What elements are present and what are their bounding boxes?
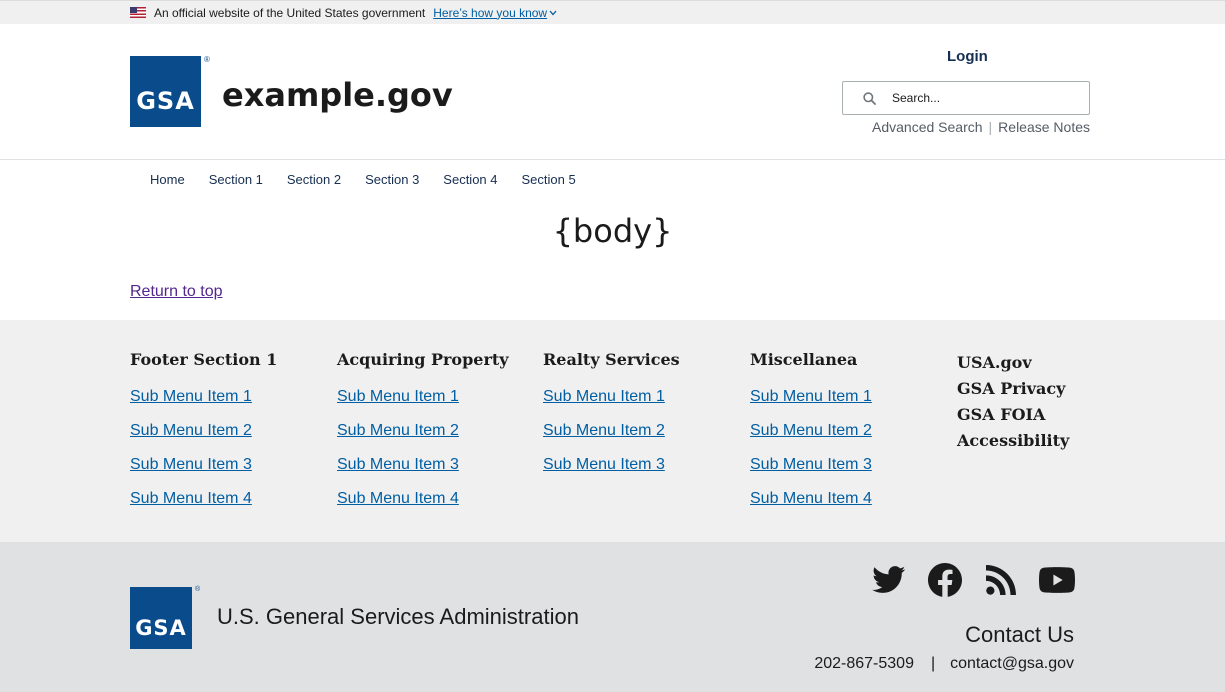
heres-how-you-know-label: Here’s how you know — [433, 5, 548, 20]
footer-sub-menu-item[interactable]: Sub Menu Item 1 — [337, 387, 509, 407]
nav-item-section-5[interactable]: Section 5 — [522, 172, 576, 187]
nav-item-section-3[interactable]: Section 3 — [365, 172, 419, 187]
site-header: GSA ® example.gov Login Advanced Search … — [0, 24, 1225, 160]
footer-sub-menu-item[interactable]: Sub Menu Item 1 — [750, 387, 872, 407]
gsa-logo-text: GSA — [136, 87, 195, 115]
search-box[interactable] — [842, 81, 1090, 115]
return-to-top-link[interactable]: Return to top — [130, 283, 223, 301]
footer-sub-menu-item[interactable]: Sub Menu Item 2 — [750, 421, 872, 441]
nav-item-section-1[interactable]: Section 1 — [209, 172, 263, 187]
footer-column-heading: Miscellanea — [750, 350, 858, 369]
primary-nav: Home Section 1 Section 2 Section 3 Secti… — [0, 160, 1225, 198]
footer-sub-menu-item[interactable]: Sub Menu Item 2 — [543, 421, 680, 441]
advanced-search-link[interactable]: Advanced Search — [872, 119, 983, 135]
release-notes-link[interactable]: Release Notes — [998, 119, 1090, 135]
nav-item-home[interactable]: Home — [150, 172, 185, 187]
search-input[interactable] — [892, 91, 1072, 105]
search-links: Advanced Search | Release Notes — [872, 119, 1090, 135]
footer-column-heading: Footer Section 1 — [130, 350, 278, 369]
us-flag-icon — [130, 7, 146, 18]
contact-info: 202-867-5309 | contact@gsa.gov — [814, 655, 1074, 673]
footer-link-accessibility[interactable]: Accessibility — [957, 428, 1069, 454]
footer-column-1: Footer Section 1 Sub Menu Item 1 Sub Men… — [130, 350, 277, 523]
footer-sub-menu-item[interactable]: Sub Menu Item 3 — [337, 455, 509, 475]
chevron-down-icon — [549, 10, 557, 15]
footer-link-usa-gov[interactable]: USA.gov — [957, 350, 1069, 376]
twitter-icon[interactable] — [871, 562, 907, 598]
gsa-logo[interactable]: GSA — [130, 56, 201, 127]
gov-banner-text: An official website of the United States… — [154, 5, 426, 20]
footer-sub-menu-item[interactable]: Sub Menu Item 4 — [130, 489, 277, 509]
contact-email[interactable]: contact@gsa.gov — [950, 655, 1074, 673]
search-icon — [863, 91, 876, 105]
footer-registered-mark: ® — [195, 586, 201, 593]
footer-primary: Footer Section 1 Sub Menu Item 1 Sub Men… — [0, 320, 1225, 542]
footer-gsa-logo[interactable]: GSA — [130, 587, 192, 649]
footer-sub-menu-item[interactable]: Sub Menu Item 1 — [543, 387, 680, 407]
social-links — [871, 562, 1075, 598]
footer-column-2: Acquiring Property Sub Menu Item 1 Sub M… — [337, 350, 509, 523]
footer-sub-menu-item[interactable]: Sub Menu Item 3 — [543, 455, 680, 475]
nav-item-section-2[interactable]: Section 2 — [287, 172, 341, 187]
nav-item-section-4[interactable]: Section 4 — [443, 172, 497, 187]
footer-column-heading: Realty Services — [543, 350, 680, 369]
footer-sub-menu-item[interactable]: Sub Menu Item 2 — [337, 421, 509, 441]
footer-sub-menu-item[interactable]: Sub Menu Item 2 — [130, 421, 277, 441]
footer-sub-menu-item[interactable]: Sub Menu Item 3 — [750, 455, 872, 475]
footer-sub-menu-item[interactable]: Sub Menu Item 3 — [130, 455, 277, 475]
login-link[interactable]: Login — [947, 48, 988, 65]
facebook-icon[interactable] — [927, 562, 963, 598]
footer-gsa-logo-text: GSA — [135, 616, 187, 640]
footer-link-gsa-privacy[interactable]: GSA Privacy — [957, 376, 1069, 402]
footer-link-gsa-foia[interactable]: GSA FOIA — [957, 402, 1069, 428]
footer-sub-menu-item[interactable]: Sub Menu Item 4 — [750, 489, 872, 509]
rss-icon[interactable] — [983, 562, 1019, 598]
footer-column-4: Miscellanea Sub Menu Item 1 Sub Menu Ite… — [750, 350, 872, 523]
contact-us-heading: Contact Us — [965, 622, 1074, 647]
youtube-icon[interactable] — [1039, 562, 1075, 598]
agency-name: U.S. General Services Administration — [217, 604, 579, 629]
footer-column-heading: Acquiring Property — [337, 350, 509, 369]
site-name[interactable]: example.gov — [222, 76, 453, 114]
footer-policy-links: USA.gov GSA Privacy GSA FOIA Accessibili… — [957, 350, 1069, 454]
contact-phone[interactable]: 202-867-5309 — [814, 655, 914, 673]
gov-banner: An official website of the United States… — [0, 0, 1225, 24]
heres-how-you-know-link[interactable]: Here’s how you know — [433, 6, 557, 20]
footer-column-3: Realty Services Sub Menu Item 1 Sub Menu… — [543, 350, 680, 489]
footer-sub-menu-item[interactable]: Sub Menu Item 4 — [337, 489, 509, 509]
search-links-separator: | — [988, 119, 993, 135]
registered-mark: ® — [204, 55, 210, 64]
contact-separator: | — [930, 655, 936, 672]
footer-secondary: GSA ® U.S. General Services Administrati… — [0, 542, 1225, 692]
body-placeholder: {body} — [552, 212, 673, 250]
footer-sub-menu-item[interactable]: Sub Menu Item 1 — [130, 387, 277, 407]
